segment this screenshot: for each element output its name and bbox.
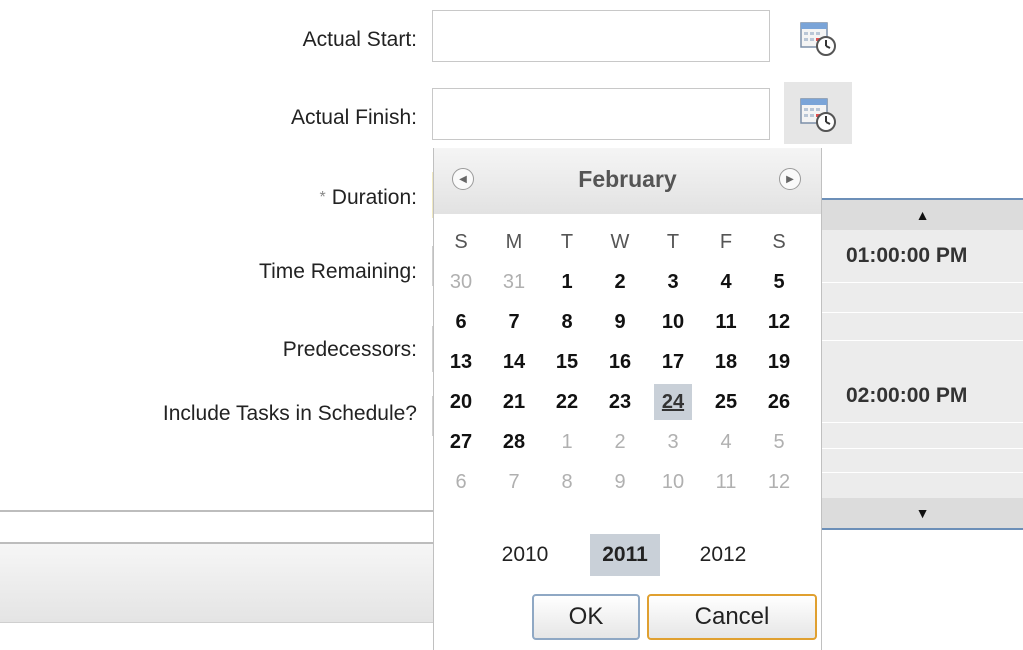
calendar-day[interactable]: 26 xyxy=(760,384,798,420)
calendar-day[interactable]: 2 xyxy=(601,264,639,300)
calendar-day[interactable]: 9 xyxy=(601,304,639,340)
actual-finish-input[interactable] xyxy=(432,88,770,140)
calendar-day[interactable]: 1 xyxy=(548,424,586,460)
weekday-header: M xyxy=(505,231,523,253)
time-slot-divider xyxy=(822,282,1023,283)
month-title: February xyxy=(578,166,677,192)
calendar-day[interactable]: 23 xyxy=(601,384,639,420)
calendar-clock-icon xyxy=(800,98,836,132)
calendar-day[interactable]: 6 xyxy=(442,304,480,340)
triangle-down-icon: ▼ xyxy=(915,505,930,521)
actual-finish-calendar-button[interactable] xyxy=(784,82,852,144)
year-option-selected[interactable]: 2011 xyxy=(590,534,660,576)
calendar-header: ◀ February ▶ xyxy=(434,148,821,214)
calendar-day[interactable]: 30 xyxy=(442,264,480,300)
calendar-day[interactable]: 31 xyxy=(495,264,533,300)
triangle-up-icon: ▲ xyxy=(915,207,930,223)
calendar-day[interactable]: 15 xyxy=(548,344,586,380)
time-scroll-down-button[interactable]: ▼ xyxy=(822,498,1023,528)
calendar-day[interactable]: 2 xyxy=(601,424,639,460)
next-month-button[interactable]: ▶ xyxy=(779,168,801,190)
actual-start-calendar-button[interactable] xyxy=(784,6,852,68)
time-slot-divider xyxy=(822,312,1023,313)
time-scroll-up-button[interactable]: ▲ xyxy=(822,200,1023,230)
calendar-clock-icon xyxy=(800,22,836,56)
calendar-day[interactable]: 4 xyxy=(707,264,745,300)
calendar-day[interactable]: 21 xyxy=(495,384,533,420)
ok-button[interactable]: OK xyxy=(532,594,640,640)
calendar-day[interactable]: 16 xyxy=(601,344,639,380)
duration-label: * Duration: xyxy=(320,186,417,210)
actual-finish-label: Actual Finish: xyxy=(290,106,417,129)
year-option[interactable]: 2012 xyxy=(688,534,758,576)
time-slot-divider xyxy=(822,422,1023,423)
time-slot[interactable]: 02:00:00 PM xyxy=(846,384,967,408)
calendar-day[interactable]: 3 xyxy=(654,424,692,460)
calendar-day[interactable]: 1 xyxy=(548,264,586,300)
calendar-day[interactable]: 27 xyxy=(442,424,480,460)
calendar-day[interactable]: 14 xyxy=(495,344,533,380)
calendar-day-selected[interactable]: 24 xyxy=(654,384,692,420)
calendar-day[interactable]: 8 xyxy=(548,304,586,340)
calendar-day[interactable]: 10 xyxy=(654,464,692,500)
calendar-day[interactable]: 8 xyxy=(548,464,586,500)
calendar-day[interactable]: 9 xyxy=(601,464,639,500)
calendar-day[interactable]: 19 xyxy=(760,344,798,380)
calendar-day[interactable]: 12 xyxy=(760,304,798,340)
calendar-day[interactable]: 3 xyxy=(654,264,692,300)
weekday-header: S xyxy=(454,231,468,253)
weekday-header: F xyxy=(719,231,733,253)
calendar-day[interactable]: 20 xyxy=(442,384,480,420)
weekday-header: T xyxy=(560,231,574,253)
weekday-header: S xyxy=(772,231,786,253)
time-picker[interactable]: ▲ 01:00:00 PM 02:00:00 PM ▼ xyxy=(820,198,1023,530)
calendar-day[interactable]: 17 xyxy=(654,344,692,380)
calendar-day[interactable]: 18 xyxy=(707,344,745,380)
calendar-day[interactable]: 12 xyxy=(760,464,798,500)
time-remaining-label: Time Remaining: xyxy=(259,260,417,283)
chevron-right-circle-icon: ▶ xyxy=(786,173,794,185)
actual-start-label: Actual Start: xyxy=(302,28,417,51)
calendar-day[interactable]: 10 xyxy=(654,304,692,340)
time-slot-divider xyxy=(822,448,1023,449)
weekday-header: T xyxy=(666,231,680,253)
year-option[interactable]: 2010 xyxy=(490,534,560,576)
calendar-day[interactable]: 13 xyxy=(442,344,480,380)
calendar-day[interactable]: 5 xyxy=(760,424,798,460)
include-tasks-label: Include Tasks in Schedule? xyxy=(162,402,417,425)
calendar-day[interactable]: 7 xyxy=(495,464,533,500)
time-slot[interactable]: 01:00:00 PM xyxy=(846,244,967,268)
calendar-day[interactable]: 28 xyxy=(495,424,533,460)
time-slot-divider xyxy=(822,472,1023,473)
footer-bar xyxy=(0,542,436,623)
time-slot-divider xyxy=(822,340,1023,341)
actual-start-input[interactable] xyxy=(432,10,770,62)
calendar-day[interactable]: 5 xyxy=(760,264,798,300)
calendar-day[interactable]: 22 xyxy=(548,384,586,420)
calendar-day[interactable]: 4 xyxy=(707,424,745,460)
duration-label-text: Duration: xyxy=(331,186,417,209)
predecessors-label: Predecessors: xyxy=(282,338,417,361)
required-marker: * xyxy=(319,189,326,206)
cancel-button[interactable]: Cancel xyxy=(647,594,817,640)
calendar-day[interactable]: 25 xyxy=(707,384,745,420)
calendar-day[interactable]: 11 xyxy=(707,304,745,340)
date-picker-popup: ◀ February ▶ S M T W T F S 30 31 1 2 3 4… xyxy=(433,148,822,650)
calendar-day[interactable]: 11 xyxy=(707,464,745,500)
form-divider xyxy=(0,510,436,512)
weekday-header: W xyxy=(610,231,630,253)
calendar-day[interactable]: 6 xyxy=(442,464,480,500)
calendar-day[interactable]: 7 xyxy=(495,304,533,340)
